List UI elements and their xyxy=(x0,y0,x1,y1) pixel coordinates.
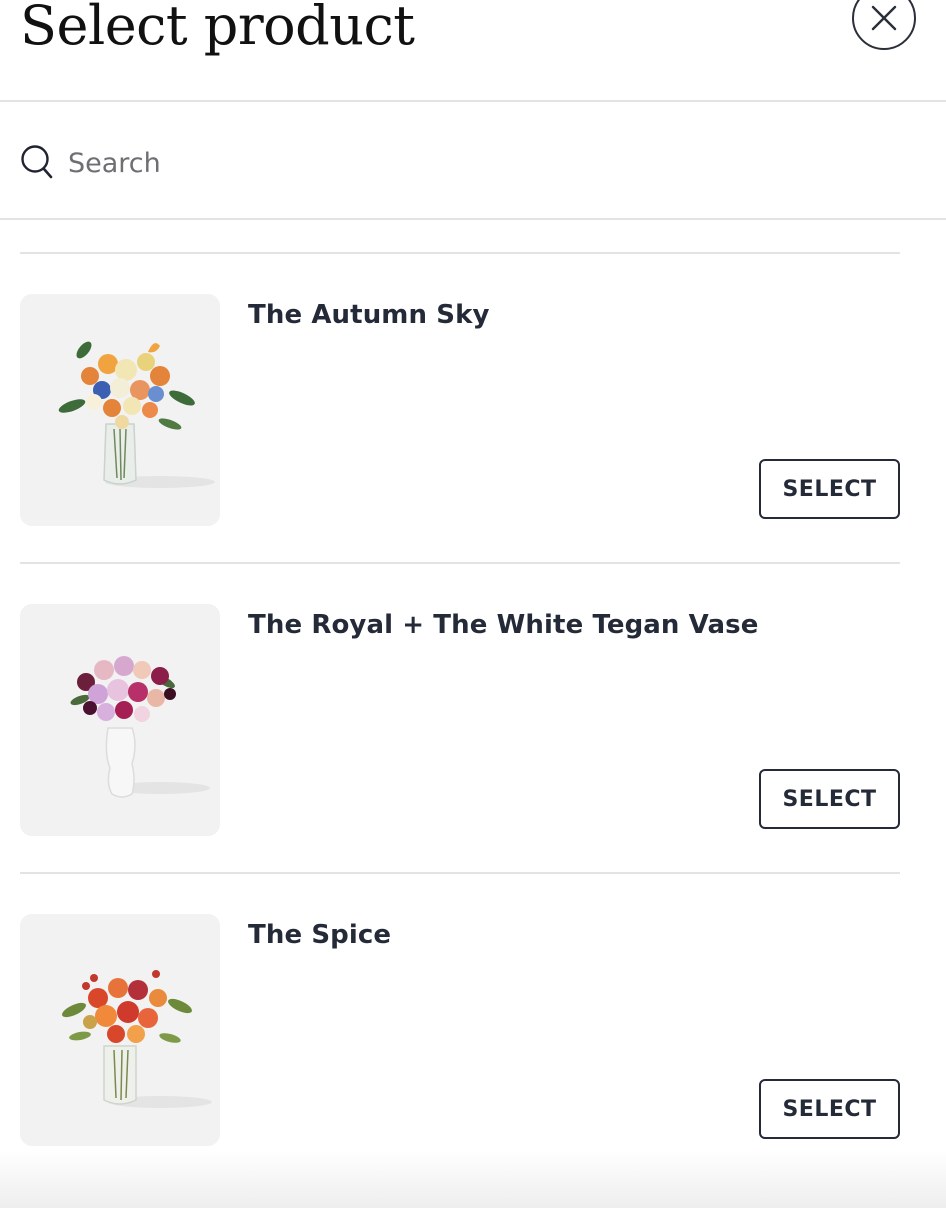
product-name[interactable]: The Spice xyxy=(248,920,391,950)
product-name[interactable]: The Royal + The White Tegan Vase xyxy=(248,610,758,640)
search-bar xyxy=(0,102,946,220)
select-button[interactable]: SELECT xyxy=(759,1079,900,1139)
product-image[interactable] xyxy=(20,914,220,1146)
spice-bouquet-image xyxy=(62,970,212,1108)
product-name[interactable]: The Autumn Sky xyxy=(248,300,490,330)
close-button[interactable] xyxy=(852,0,916,50)
product-row: The Spice SELECT xyxy=(20,872,900,1182)
select-button[interactable]: SELECT xyxy=(759,769,900,829)
search-icon xyxy=(21,145,53,179)
product-list: The Autumn Sky SELECT The Royal + The Wh… xyxy=(20,252,900,1182)
search-input[interactable] xyxy=(68,140,908,186)
select-button[interactable]: SELECT xyxy=(759,459,900,519)
royal-bouquet-image xyxy=(70,656,210,798)
page-title: Select product xyxy=(20,0,415,57)
product-image[interactable] xyxy=(20,604,220,836)
product-row: The Royal + The White Tegan Vase SELECT xyxy=(20,562,900,872)
autumn-bouquet-image xyxy=(58,341,215,488)
modal-header: Select product xyxy=(0,0,946,102)
close-icon xyxy=(871,5,897,31)
product-row: The Autumn Sky SELECT xyxy=(20,252,900,562)
product-image[interactable] xyxy=(20,294,220,526)
